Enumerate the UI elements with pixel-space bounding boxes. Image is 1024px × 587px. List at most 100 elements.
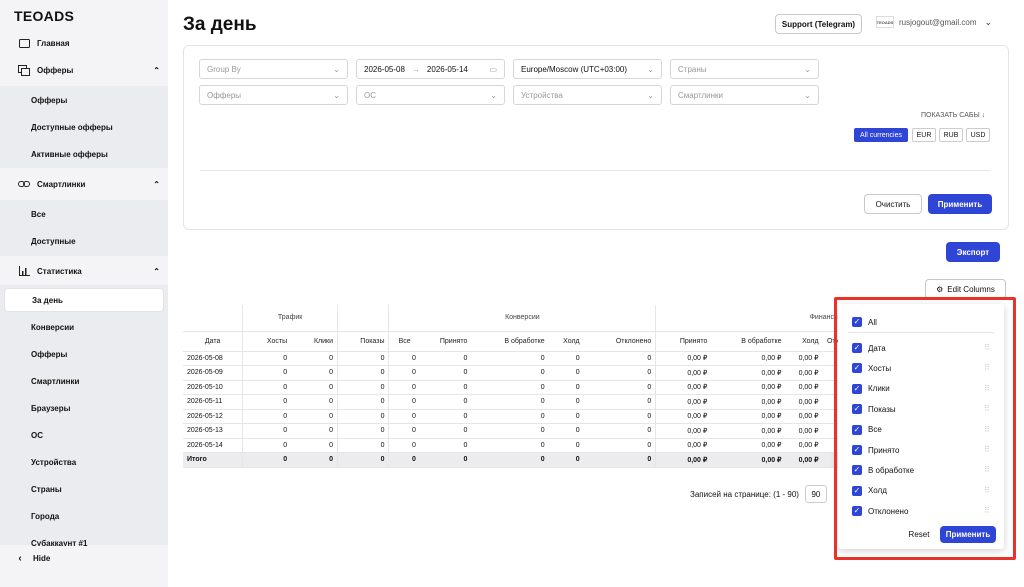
table-cell: 0,00 ₽ (655, 409, 712, 424)
sidebar-subitem-devices[interactable]: Устройства (31, 455, 168, 469)
currency-eur[interactable]: EUR (912, 128, 936, 142)
export-button[interactable]: Экспорт (946, 242, 1000, 262)
sidebar-item-label: Офферы (37, 65, 74, 75)
col-header-impressions[interactable]: Показы (336, 331, 389, 352)
col-header-accepted[interactable]: Принято (419, 331, 472, 352)
drag-handle-icon[interactable]: ⠿ (984, 465, 990, 474)
table-cell: 0 (291, 394, 338, 410)
show-subs-toggle[interactable]: ПОКАЗАТЬ САБЫ ↓ (921, 112, 985, 119)
chevron-down-icon: ⌄ (333, 90, 340, 100)
sidebar-subitem-countries[interactable]: Страны (31, 482, 168, 496)
table-cell: 0 (471, 351, 549, 366)
table-cell: 0 (548, 452, 584, 468)
offers-icon (18, 64, 30, 76)
sidebar-subitem-os[interactable]: ОС (31, 428, 168, 442)
col-header-processing[interactable]: В обработке (471, 331, 549, 352)
sidebar-item-smartlinks[interactable]: Смартлинки ⌃ (18, 177, 160, 191)
drag-handle-icon[interactable]: ⠿ (984, 404, 990, 413)
sidebar-subitem-conversions[interactable]: Конверсии (31, 320, 168, 334)
table-cell: 0 (242, 351, 292, 366)
devices-select[interactable]: Устройства ⌄ (513, 85, 662, 105)
col-header-fin-accepted[interactable]: Принято (655, 331, 712, 352)
table-cell: 0 (291, 380, 338, 395)
col-header-rejected[interactable]: Отклонено (583, 331, 656, 352)
timezone-select[interactable]: Europe/Moscow (UTC+03:00) ⌄ (513, 59, 662, 79)
offers-select[interactable]: Офферы ⌄ (199, 85, 348, 105)
gear-icon: ⚙ (936, 284, 944, 294)
table-cell: 0 (548, 365, 584, 381)
column-toggle[interactable]: ✓ Показы (852, 404, 896, 415)
sidebar-subitem-smartlinks-stats[interactable]: Смартлинки (31, 374, 168, 388)
col-header-fin-processing[interactable]: В обработке (711, 331, 786, 352)
sidebar-item-statistics[interactable]: Статистика ⌃ (18, 264, 160, 278)
support-telegram-button[interactable]: Support (Telegram) (775, 14, 862, 34)
smartlinks-value: Смартлинки (678, 90, 724, 100)
drag-handle-icon[interactable]: ⠿ (984, 343, 990, 352)
sidebar-item-offers[interactable]: Офферы ⌃ (18, 63, 160, 77)
calendar-icon: ▭ (489, 64, 497, 74)
column-label: Холд (868, 486, 887, 496)
rows-per-page-label: Записей на странице: (1 - 90) (690, 489, 799, 499)
drag-handle-icon[interactable]: ⠿ (984, 384, 990, 393)
col-header-hold[interactable]: Холд (548, 331, 584, 352)
col-header-clicks[interactable]: Клики (291, 331, 338, 352)
sidebar: TEOADS Главная Офферы ⌃ Офферы Доступные… (0, 0, 168, 587)
table-cell: 0 (336, 380, 389, 395)
drag-handle-icon[interactable]: ⠿ (984, 486, 990, 495)
group-header-finance: Финансы (655, 305, 843, 332)
column-toggle[interactable]: ✓ В обработке (852, 465, 914, 476)
table-cell: 0,00 ₽ (655, 380, 712, 395)
currency-usd[interactable]: USD (966, 128, 990, 142)
table-cell: 0 (291, 409, 338, 424)
sidebar-subitem-offers-stats[interactable]: Офферы (31, 347, 168, 361)
column-toggle[interactable]: ✓ Хосты (852, 363, 891, 374)
home-icon (18, 37, 30, 49)
apply-columns-button[interactable]: Применить (940, 526, 996, 543)
table-cell: 0,00 ₽ (785, 452, 823, 468)
drag-handle-icon[interactable]: ⠿ (984, 445, 990, 454)
col-header-all[interactable]: Все (388, 331, 420, 352)
sidebar-subitem-offers[interactable]: Офферы (31, 93, 168, 107)
drag-handle-icon[interactable]: ⠿ (984, 425, 990, 434)
sidebar-subitem-cities[interactable]: Города (31, 509, 168, 523)
user-menu[interactable]: TEOADS rusjogout@gmail.com ⌄ (876, 16, 992, 28)
currency-rub[interactable]: RUB (939, 128, 963, 142)
column-toggle[interactable]: ✓ Все (852, 424, 882, 435)
col-header-hosts[interactable]: Хосты (242, 331, 292, 352)
column-toggle[interactable]: ✓ Клики (852, 383, 890, 394)
clear-button[interactable]: Очистить (864, 194, 922, 214)
sidebar-subitem-active-offers[interactable]: Активные офферы (31, 147, 168, 161)
sidebar-subitem-available-offers[interactable]: Доступные офферы (31, 120, 168, 134)
sidebar-hide[interactable]: ‹ Hide (0, 546, 168, 570)
col-header-fin-hold[interactable]: Холд (785, 331, 823, 352)
drag-handle-icon[interactable]: ⠿ (984, 506, 990, 515)
drag-handle-icon[interactable]: ⠿ (984, 363, 990, 372)
currency-all[interactable]: All currencies (854, 128, 908, 142)
sidebar-item-home[interactable]: Главная (18, 36, 160, 50)
rows-per-page-select[interactable]: 90 (804, 485, 827, 503)
reset-columns-button[interactable]: Reset (902, 526, 936, 543)
sidebar-subitem-available[interactable]: Доступные (31, 234, 168, 248)
apply-filters-button[interactable]: Применить (928, 194, 992, 214)
sidebar-subitem-all[interactable]: Все (31, 207, 168, 221)
table-cell: 0 (471, 409, 549, 424)
table-cell: 0 (471, 438, 549, 453)
group-by-select[interactable]: Group By ⌄ (199, 59, 348, 79)
table-cell: 0 (548, 351, 584, 366)
col-header-date[interactable]: Дата (183, 331, 243, 352)
table-cell: 0,00 ₽ (785, 423, 823, 439)
table-cell: 0 (419, 423, 472, 439)
sidebar-subitem-browsers[interactable]: Браузеры (31, 401, 168, 415)
column-toggle[interactable]: ✓ Отклонено (852, 506, 908, 517)
column-toggle-all[interactable]: ✓ All (852, 317, 877, 327)
smartlinks-select[interactable]: Смартлинки ⌄ (670, 85, 819, 105)
column-toggle[interactable]: ✓ Холд (852, 485, 887, 496)
column-toggle[interactable]: ✓ Дата (852, 343, 886, 353)
date-range-picker[interactable]: 2026-05-08 → 2026-05-14 ▭ (356, 59, 505, 79)
countries-select[interactable]: Страны ⌄ (670, 59, 819, 79)
edit-columns-button[interactable]: ⚙ Edit Columns (925, 279, 1006, 299)
column-toggle[interactable]: ✓ Принято (852, 445, 899, 455)
sidebar-subitem-per-day[interactable]: За день (4, 288, 164, 312)
table-cell: 2026-05-14 (183, 438, 243, 453)
os-select[interactable]: ОС ⌄ (356, 85, 505, 105)
